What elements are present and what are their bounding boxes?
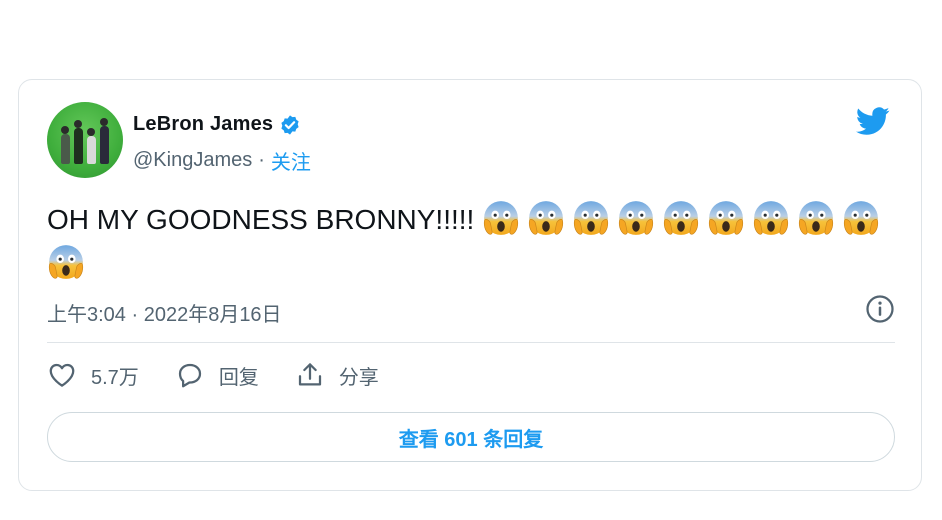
info-icon[interactable] [865,294,895,324]
tweet-card[interactable]: LeBron James @KingJames · 关注 OH MY GOODN… [18,79,922,491]
reply-icon [178,363,201,388]
face-screaming-in-fear-icon [662,199,700,237]
twitter-bird-icon[interactable] [853,104,893,138]
face-screaming-in-fear-icon [752,199,790,237]
tweet-actions: 5.7万 回复 分享 [47,360,415,390]
face-screaming-in-fear-icon [707,199,745,237]
separator-dot: · [258,149,265,171]
face-screaming-in-fear-icon [797,199,835,237]
author-name-row[interactable]: LeBron James [133,113,301,136]
face-screaming-in-fear-icon [617,199,655,237]
face-screaming-in-fear-icon [842,199,880,237]
share-label: 分享 [338,366,379,389]
tweet-timestamp[interactable]: 上午3:04 · 2022年8月16日 [47,298,282,327]
share-icon [298,363,321,386]
verified-badge-icon [281,114,299,135]
divider [47,342,895,343]
face-screaming-in-fear-icon [482,199,520,237]
heart-icon [49,363,75,387]
author-handle-row: @KingJames · 关注 [133,146,311,175]
reply-label: 回复 [218,366,259,389]
tweet-text: OH MY GOODNESS BRONNY!!!!! [47,198,897,286]
avatar[interactable] [47,102,123,178]
author-handle[interactable]: @KingJames [133,149,252,172]
author-display-name[interactable]: LeBron James [133,113,273,136]
share-button[interactable]: 分享 [295,360,379,390]
follow-link[interactable]: 关注 [271,146,311,175]
view-replies-button[interactable]: 查看 601 条回复 [47,412,895,462]
tweet-text-body: OH MY GOODNESS BRONNY!!!!! [47,204,475,235]
reply-button[interactable]: 回复 [175,360,259,390]
like-count: 5.7万 [91,366,139,389]
face-screaming-in-fear-icon [572,199,610,237]
face-screaming-in-fear-icon [47,243,85,281]
face-screaming-in-fear-icon [527,199,565,237]
like-button[interactable]: 5.7万 [47,360,139,390]
